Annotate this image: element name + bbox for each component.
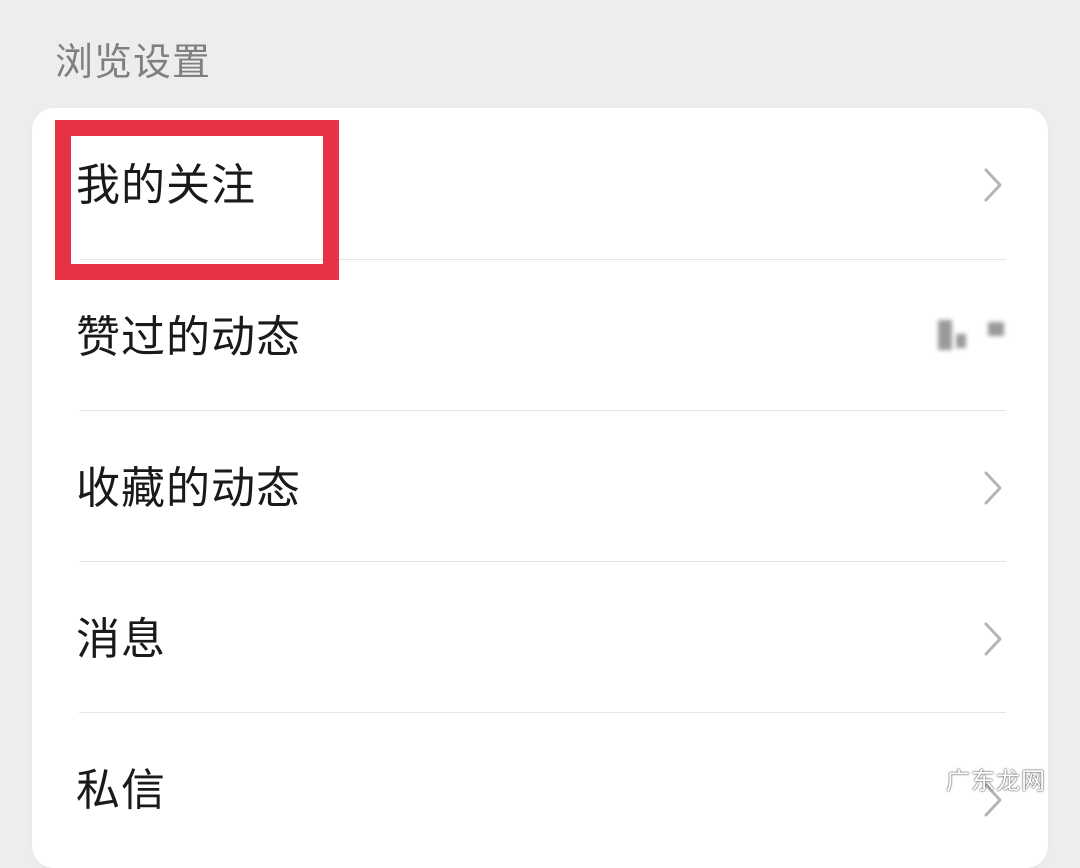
- chevron-right-icon: [982, 620, 1004, 658]
- settings-card: 我的关注 赞过的动态 收藏的动态 消息 私信: [32, 108, 1048, 868]
- settings-item-label: 我的关注: [76, 160, 256, 211]
- settings-item-messages[interactable]: 消息: [32, 562, 1048, 712]
- settings-item-private-messages[interactable]: 私信: [32, 713, 1048, 863]
- settings-item-favorited-posts[interactable]: 收藏的动态: [32, 411, 1048, 561]
- settings-item-label: 赞过的动态: [76, 312, 301, 363]
- chevron-right-icon: [982, 469, 1004, 507]
- blurred-value-indicator: [938, 320, 1008, 354]
- section-title: 浏览设置: [55, 40, 212, 84]
- watermark-text: 广东龙网: [946, 767, 1046, 795]
- settings-item-label: 私信: [76, 765, 166, 816]
- settings-item-liked-posts[interactable]: 赞过的动态: [32, 260, 1048, 410]
- settings-item-label: 消息: [76, 614, 166, 665]
- chevron-right-icon: [982, 166, 1004, 204]
- settings-item-my-follows[interactable]: 我的关注: [32, 108, 1048, 258]
- settings-item-label: 收藏的动态: [76, 463, 301, 514]
